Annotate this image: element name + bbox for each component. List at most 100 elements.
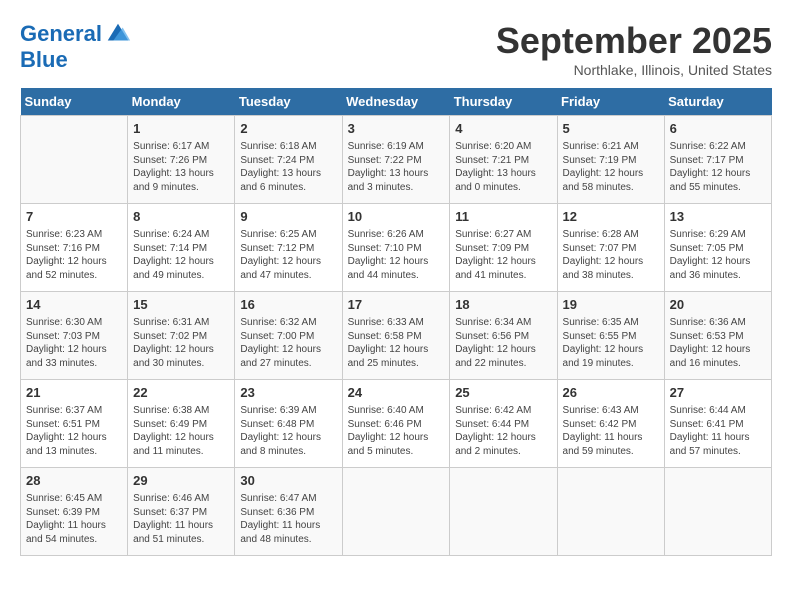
day-info: Sunrise: 6:30 AM Sunset: 7:03 PM Dayligh…: [26, 316, 122, 370]
weekday-header-monday: Monday: [128, 88, 235, 116]
day-info: Sunrise: 6:39 AM Sunset: 6:48 PM Dayligh…: [240, 404, 336, 458]
logo-text: General: [20, 22, 102, 46]
day-info: Sunrise: 6:24 AM Sunset: 7:14 PM Dayligh…: [133, 228, 229, 282]
day-number: 25: [455, 384, 551, 402]
logo-blue-text: Blue: [20, 48, 132, 72]
calendar-cell: 14 Sunrise: 6:30 AM Sunset: 7:03 PM Dayli…: [21, 292, 128, 380]
calendar-cell: 20 Sunrise: 6:36 AM Sunset: 6:53 PM Dayli…: [664, 292, 771, 380]
day-number: 12: [563, 208, 659, 226]
calendar-cell: 13 Sunrise: 6:29 AM Sunset: 7:05 PM Dayli…: [664, 204, 771, 292]
day-number: 4: [455, 120, 551, 138]
day-info: Sunrise: 6:19 AM Sunset: 7:22 PM Dayligh…: [348, 140, 445, 194]
day-info: Sunrise: 6:26 AM Sunset: 7:10 PM Dayligh…: [348, 228, 445, 282]
location: Northlake, Illinois, United States: [496, 62, 772, 78]
day-number: 2: [240, 120, 336, 138]
weekday-header-tuesday: Tuesday: [235, 88, 342, 116]
calendar-cell: [21, 116, 128, 204]
day-info: Sunrise: 6:40 AM Sunset: 6:46 PM Dayligh…: [348, 404, 445, 458]
day-number: 3: [348, 120, 445, 138]
calendar-cell: 28Sunrise: 6:45 AM Sunset: 6:39 PM Dayli…: [21, 468, 128, 556]
day-info: Sunrise: 6:46 AM Sunset: 6:37 PM Dayligh…: [133, 492, 229, 546]
weekday-header-saturday: Saturday: [664, 88, 771, 116]
day-info: Sunrise: 6:22 AM Sunset: 7:17 PM Dayligh…: [670, 140, 766, 194]
calendar-cell: 12 Sunrise: 6:28 AM Sunset: 7:07 PM Dayli…: [557, 204, 664, 292]
day-number: 16: [240, 296, 336, 314]
day-info: Sunrise: 6:32 AM Sunset: 7:00 PM Dayligh…: [240, 316, 336, 370]
calendar-cell: 4 Sunrise: 6:20 AM Sunset: 7:21 PM Daylig…: [450, 116, 557, 204]
calendar-cell: 7Sunrise: 6:23 AM Sunset: 7:16 PM Daylig…: [21, 204, 128, 292]
day-number: 15: [133, 296, 229, 314]
day-info: Sunrise: 6:42 AM Sunset: 6:44 PM Dayligh…: [455, 404, 551, 458]
day-info: Sunrise: 6:34 AM Sunset: 6:56 PM Dayligh…: [455, 316, 551, 370]
weekday-header-sunday: Sunday: [21, 88, 128, 116]
day-number: 1: [133, 120, 229, 138]
day-info: Sunrise: 6:44 AM Sunset: 6:41 PM Dayligh…: [670, 404, 766, 458]
day-number: 26: [563, 384, 659, 402]
page-header: General Blue September 2025 Northlake, I…: [20, 20, 772, 78]
calendar-cell: [450, 468, 557, 556]
calendar-cell: 3 Sunrise: 6:19 AM Sunset: 7:22 PM Daylig…: [342, 116, 450, 204]
weekday-header-thursday: Thursday: [450, 88, 557, 116]
calendar-cell: [342, 468, 450, 556]
day-number: 22: [133, 384, 229, 402]
day-number: 18: [455, 296, 551, 314]
calendar-cell: 16 Sunrise: 6:32 AM Sunset: 7:00 PM Dayli…: [235, 292, 342, 380]
day-info: Sunrise: 6:29 AM Sunset: 7:05 PM Dayligh…: [670, 228, 766, 282]
calendar-cell: 24 Sunrise: 6:40 AM Sunset: 6:46 PM Dayli…: [342, 380, 450, 468]
calendar-cell: 19 Sunrise: 6:35 AM Sunset: 6:55 PM Dayli…: [557, 292, 664, 380]
day-number: 24: [348, 384, 445, 402]
calendar-cell: 17Sunrise: 6:33 AM Sunset: 6:58 PM Dayli…: [342, 292, 450, 380]
day-info: Sunrise: 6:38 AM Sunset: 6:49 PM Dayligh…: [133, 404, 229, 458]
calendar-cell: 30 Sunrise: 6:47 AM Sunset: 6:36 PM Dayli…: [235, 468, 342, 556]
day-info: Sunrise: 6:27 AM Sunset: 7:09 PM Dayligh…: [455, 228, 551, 282]
day-info: Sunrise: 6:35 AM Sunset: 6:55 PM Dayligh…: [563, 316, 659, 370]
calendar-cell: 1 Sunrise: 6:17 AM Sunset: 7:26 PM Daylig…: [128, 116, 235, 204]
day-number: 6: [670, 120, 766, 138]
day-number: 30: [240, 472, 336, 490]
day-number: 20: [670, 296, 766, 314]
day-number: 29: [133, 472, 229, 490]
day-info: Sunrise: 6:25 AM Sunset: 7:12 PM Dayligh…: [240, 228, 336, 282]
weekday-header-wednesday: Wednesday: [342, 88, 450, 116]
day-number: 11: [455, 208, 551, 226]
calendar-cell: 25 Sunrise: 6:42 AM Sunset: 6:44 PM Dayli…: [450, 380, 557, 468]
day-info: Sunrise: 6:21 AM Sunset: 7:19 PM Dayligh…: [563, 140, 659, 194]
day-number: 27: [670, 384, 766, 402]
day-info: Sunrise: 6:28 AM Sunset: 7:07 PM Dayligh…: [563, 228, 659, 282]
calendar-cell: 18 Sunrise: 6:34 AM Sunset: 6:56 PM Dayli…: [450, 292, 557, 380]
calendar-cell: 23 Sunrise: 6:39 AM Sunset: 6:48 PM Dayli…: [235, 380, 342, 468]
day-info: Sunrise: 6:47 AM Sunset: 6:36 PM Dayligh…: [240, 492, 336, 546]
calendar-cell: 15 Sunrise: 6:31 AM Sunset: 7:02 PM Dayli…: [128, 292, 235, 380]
day-info: Sunrise: 6:20 AM Sunset: 7:21 PM Dayligh…: [455, 140, 551, 194]
calendar-cell: 21Sunrise: 6:37 AM Sunset: 6:51 PM Dayli…: [21, 380, 128, 468]
calendar-table: SundayMondayTuesdayWednesdayThursdayFrid…: [20, 88, 772, 556]
day-number: 28: [26, 472, 122, 490]
logo-icon: [104, 20, 132, 48]
calendar-cell: 6 Sunrise: 6:22 AM Sunset: 7:17 PM Daylig…: [664, 116, 771, 204]
day-number: 8: [133, 208, 229, 226]
day-info: Sunrise: 6:33 AM Sunset: 6:58 PM Dayligh…: [348, 316, 445, 370]
calendar-cell: 26Sunrise: 6:43 AM Sunset: 6:42 PM Dayli…: [557, 380, 664, 468]
day-number: 14: [26, 296, 122, 314]
day-number: 23: [240, 384, 336, 402]
calendar-cell: 5 Sunrise: 6:21 AM Sunset: 7:19 PM Daylig…: [557, 116, 664, 204]
day-number: 7: [26, 208, 122, 226]
calendar-cell: [557, 468, 664, 556]
day-number: 5: [563, 120, 659, 138]
day-info: Sunrise: 6:31 AM Sunset: 7:02 PM Dayligh…: [133, 316, 229, 370]
day-number: 19: [563, 296, 659, 314]
weekday-header-friday: Friday: [557, 88, 664, 116]
calendar-cell: 22 Sunrise: 6:38 AM Sunset: 6:49 PM Dayli…: [128, 380, 235, 468]
calendar-cell: 9 Sunrise: 6:25 AM Sunset: 7:12 PM Daylig…: [235, 204, 342, 292]
month-title: September 2025: [496, 20, 772, 62]
day-number: 13: [670, 208, 766, 226]
day-info: Sunrise: 6:18 AM Sunset: 7:24 PM Dayligh…: [240, 140, 336, 194]
day-info: Sunrise: 6:36 AM Sunset: 6:53 PM Dayligh…: [670, 316, 766, 370]
day-info: Sunrise: 6:17 AM Sunset: 7:26 PM Dayligh…: [133, 140, 229, 194]
calendar-cell: 11 Sunrise: 6:27 AM Sunset: 7:09 PM Dayli…: [450, 204, 557, 292]
calendar-cell: 27 Sunrise: 6:44 AM Sunset: 6:41 PM Dayli…: [664, 380, 771, 468]
day-number: 10: [348, 208, 445, 226]
day-number: 21: [26, 384, 122, 402]
calendar-cell: [664, 468, 771, 556]
day-number: 9: [240, 208, 336, 226]
